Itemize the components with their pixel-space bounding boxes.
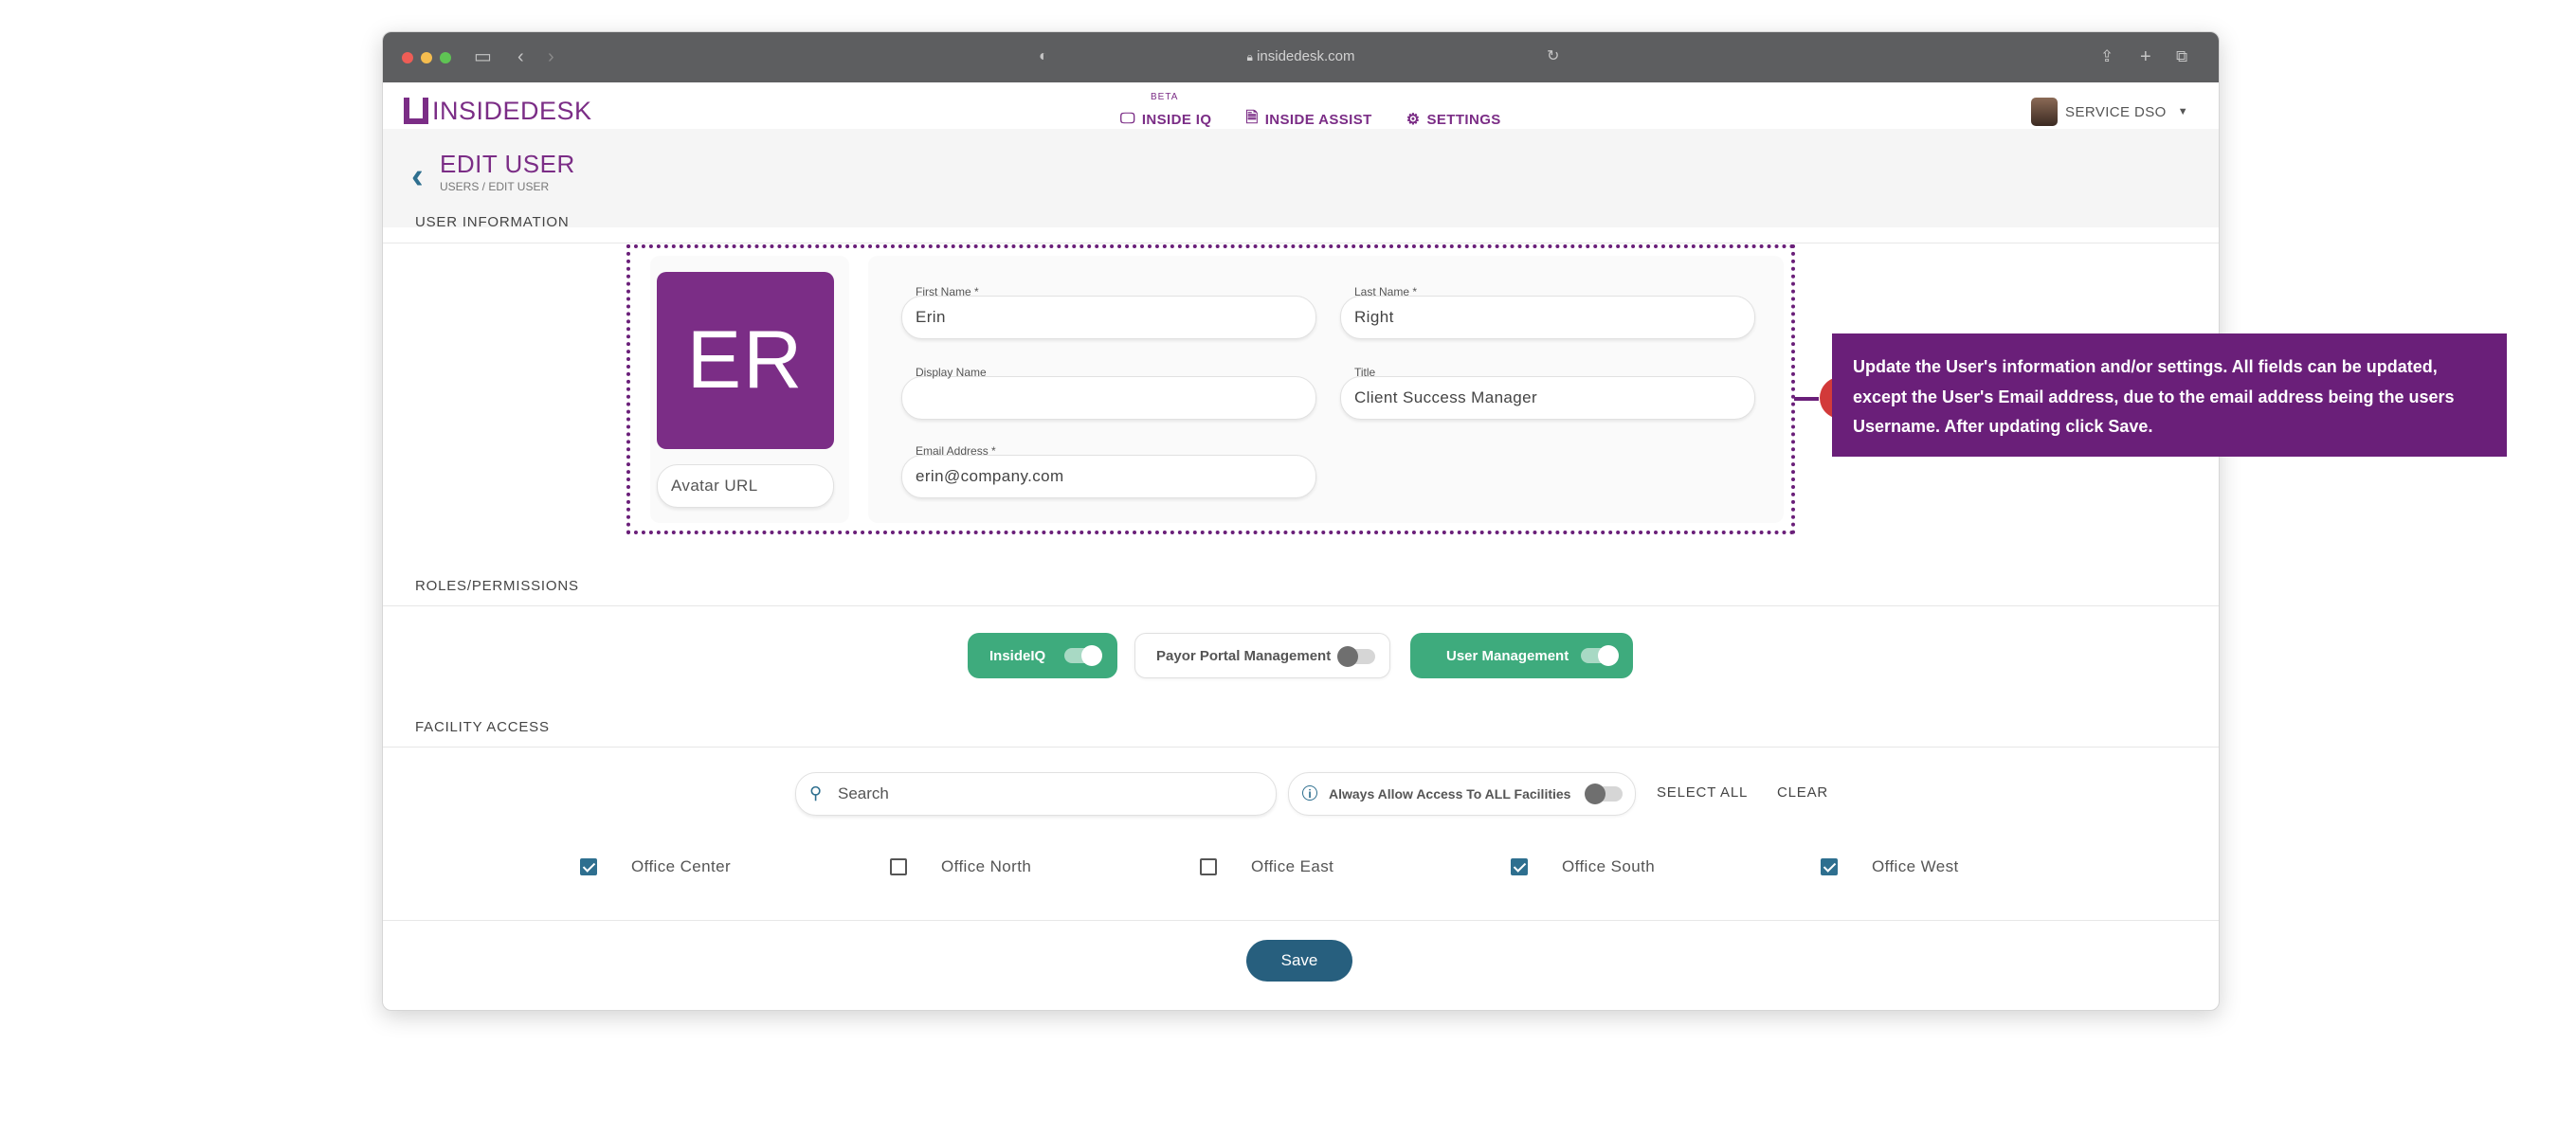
user-menu-name: SERVICE DSO [2065,103,2167,120]
callout-connector [1794,397,1819,401]
search-icon: ⚲ [809,784,823,802]
nav-label: SETTINGS [1426,111,1501,128]
role-label: User Management [1446,647,1569,664]
browser-window: ▭ ‹ › ◐ 🔒︎ insidedesk.com ↻ ⇪ + ⧉ INSIDE… [382,31,2220,1011]
clear-button[interactable]: CLEAR [1777,784,1828,801]
logo-text-desk: DESK [520,96,592,125]
divider [383,747,2219,748]
search-placeholder: Search [838,784,889,802]
page-title: EDIT USER [440,150,575,178]
facility-search-input[interactable]: ⚲ Search [795,772,1277,816]
role-label: Payor Portal Management [1156,647,1332,664]
select-all-button[interactable]: SELECT ALL [1657,784,1748,801]
tutorial-callout: Update the User's information and/or set… [1832,333,2507,457]
toggle-switch[interactable] [1337,646,1375,667]
share-icon[interactable]: ⇪ [2100,45,2113,68]
role-toggle-payor-portal-management[interactable]: Payor Portal Management [1134,633,1390,678]
facility-item-office-west[interactable]: Office West [1821,857,1959,876]
section-title-roles: ROLES/PERMISSIONS [415,578,579,594]
section-title-user-information: USER INFORMATION [415,214,570,230]
info-icon: i [1302,785,1317,801]
beta-badge: BETA [1151,92,1179,102]
new-tab-icon[interactable]: + [2140,45,2151,68]
nav-label: INSIDE IQ [1141,111,1212,128]
avatar [2031,98,2059,126]
divider [383,605,2219,606]
reload-icon[interactable]: ↻ [1547,45,1559,68]
checkbox[interactable] [1200,858,1217,875]
facility-label: Office East [1251,857,1334,875]
toggle-switch[interactable] [1585,784,1623,804]
checkbox[interactable] [1511,858,1528,875]
toggle-switch[interactable] [1064,645,1102,666]
breadcrumb: USERS / EDIT USER [440,180,550,193]
back-chevron-icon[interactable]: ‹ [411,157,424,195]
always-allow-label: Always Allow Access To ALL Facilities [1329,786,1571,802]
logo-text-inside: INSIDE [432,96,521,125]
checkbox[interactable] [890,858,907,875]
facility-label: Office West [1872,857,1959,875]
user-menu[interactable]: SERVICE DSO ▼ [2031,98,2188,126]
save-button[interactable]: Save [1246,940,1352,982]
page-header: ‹ EDIT USER USERS / EDIT USER [383,129,2219,227]
url-text: insidedesk.com [1257,48,1355,64]
facility-item-office-south[interactable]: Office South [1511,857,1655,876]
toggle-knob [1585,784,1605,804]
toggle-switch[interactable] [1581,645,1619,666]
role-label: InsideIQ [989,647,1046,664]
divider [383,920,2219,921]
role-toggle-insideiq[interactable]: InsideIQ [968,633,1117,678]
nav-label: INSIDE ASSIST [1264,111,1372,128]
caret-down-icon: ▼ [2177,106,2188,117]
facility-label: Office Center [631,857,732,875]
logo-mark-icon [404,98,428,124]
toggle-knob [1337,646,1358,667]
role-toggle-user-management[interactable]: User Management [1410,633,1633,678]
facility-label: Office South [1562,857,1656,875]
tab-overview-icon[interactable]: ⧉ [2176,45,2187,68]
facility-item-office-north[interactable]: Office North [890,857,1031,876]
facility-item-office-east[interactable]: Office East [1200,857,1333,876]
toggle-knob [1081,645,1102,666]
browser-titlebar: ▭ ‹ › ◐ 🔒︎ insidedesk.com ↻ ⇪ + ⧉ [383,32,2219,82]
toggle-knob [1598,645,1619,666]
highlight-outline [626,244,1795,534]
gear-icon: ⚙︎ [1406,112,1421,128]
address-bar[interactable]: 🔒︎ insidedesk.com [383,48,2219,64]
checkbox[interactable] [1821,858,1838,875]
facility-item-office-center[interactable]: Office Center [580,857,731,876]
facility-label: Office North [941,857,1032,875]
checkbox[interactable] [580,858,597,875]
lock-icon: 🔒︎ [1246,50,1253,63]
section-title-facility-access: FACILITY ACCESS [415,719,550,735]
monitor-icon: 🖵︎ [1120,111,1135,127]
always-allow-toggle[interactable]: i Always Allow Access To ALL Facilities [1288,772,1636,816]
insidedesk-logo[interactable]: INSIDE DESK [404,96,592,126]
